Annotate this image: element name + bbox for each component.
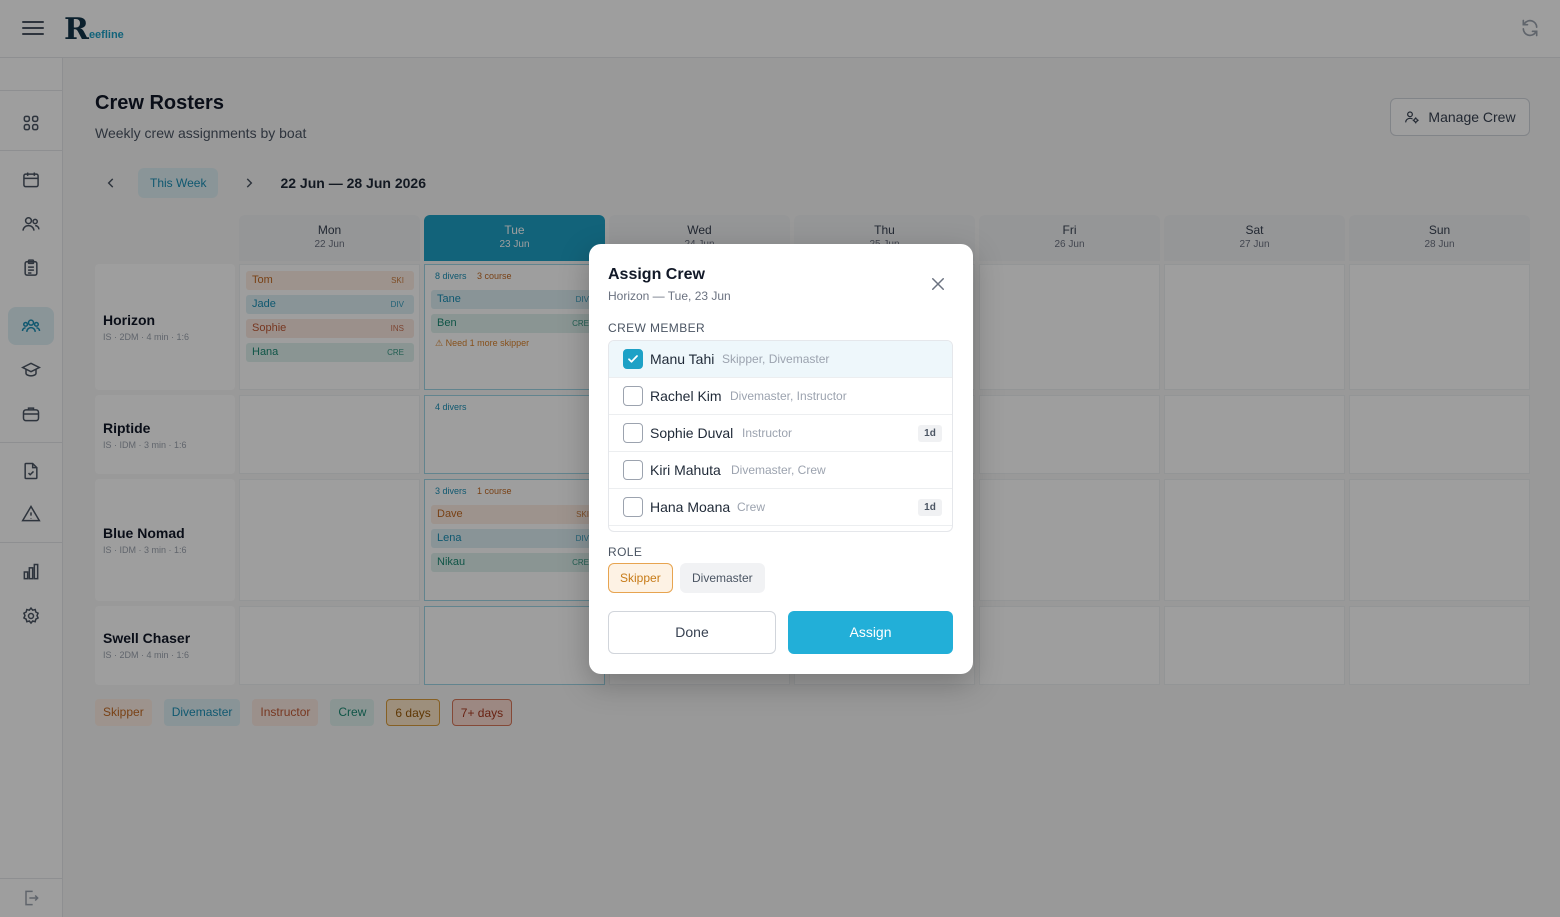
checkbox[interactable] <box>623 423 643 443</box>
crew-roles: Crew <box>737 500 766 514</box>
checkbox[interactable] <box>623 349 643 369</box>
done-button[interactable]: Done <box>608 611 776 654</box>
role-option-divemaster[interactable]: Divemaster <box>680 563 765 593</box>
role-label: ROLE <box>608 545 643 559</box>
crew-member-label: CREW MEMBER <box>608 321 706 335</box>
checkbox[interactable] <box>623 497 643 517</box>
days-worked-badge: 1d <box>918 424 942 442</box>
crew-name: Sophie Duval <box>650 425 734 441</box>
check-icon <box>628 355 638 363</box>
dialog-title: Assign Crew <box>608 266 705 283</box>
crew-option[interactable]: Kiri Mahuta Divemaster, Crew <box>609 452 952 489</box>
crew-option[interactable]: Manu Tahi Skipper, Divemaster <box>609 341 952 378</box>
crew-option[interactable]: Sophie Duval Instructor 1d <box>609 415 952 452</box>
crew-roles: Divemaster, Crew <box>731 463 826 477</box>
crew-name: Kiri Mahuta <box>650 462 721 478</box>
crew-option[interactable]: Rachel Kim Divemaster, Instructor <box>609 378 952 415</box>
role-option-skipper[interactable]: Skipper <box>608 563 673 593</box>
checkbox[interactable] <box>623 386 643 406</box>
crew-member-list: Manu Tahi Skipper, Divemaster Rachel Kim… <box>608 340 953 532</box>
days-worked-badge: 1d <box>918 498 942 516</box>
assign-crew-dialog: Assign Crew Horizon — Tue, 23 Jun CREW M… <box>589 244 973 674</box>
crew-option[interactable]: Hana Moana Crew 1d <box>609 489 952 526</box>
crew-roles: Skipper, Divemaster <box>722 352 830 366</box>
crew-roles: Instructor <box>742 426 793 440</box>
close-icon[interactable] <box>929 275 947 293</box>
dialog-subtitle: Horizon — Tue, 23 Jun <box>608 289 731 303</box>
crew-roles: Divemaster, Instructor <box>730 389 847 403</box>
crew-name: Hana Moana <box>650 499 731 515</box>
checkbox[interactable] <box>623 460 643 480</box>
crew-name: Rachel Kim <box>650 388 722 404</box>
crew-name: Manu Tahi <box>650 351 715 367</box>
assign-button[interactable]: Assign <box>788 611 953 654</box>
